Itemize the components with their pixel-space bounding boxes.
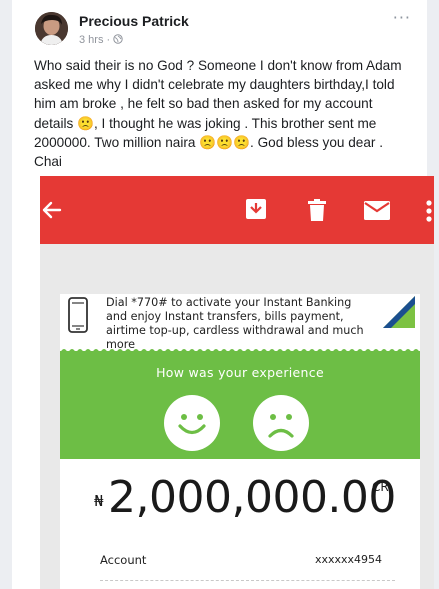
happy-face-icon[interactable] (164, 395, 220, 451)
delete-icon[interactable] (308, 199, 326, 221)
banner-line: and enjoy Instant transfers, bills payme… (106, 310, 344, 323)
post-text-line: asked me why I didn't celebrate my daugh… (34, 77, 395, 93)
post-text-line: him am broke , he felt so bad then asked… (34, 96, 373, 112)
back-arrow-icon[interactable] (40, 200, 62, 220)
post-author-name[interactable]: Precious Patrick (79, 13, 189, 29)
post-options-button[interactable]: ··· (393, 8, 411, 27)
wavy-edge (60, 349, 420, 353)
post-text-line: Who said their is no God ? Someone I don… (34, 58, 402, 73)
post-text-line: details 🙁, I thought he was joking . Thi… (34, 115, 377, 131)
email-toolbar (40, 176, 434, 244)
post-text-line: 2000000. Two million naira 🙁🙁🙁. God bles… (34, 134, 384, 150)
banner-text: Dial *770# to activate your Instant Bank… (106, 296, 376, 352)
mobile-phone-icon (68, 297, 88, 333)
archive-icon[interactable] (245, 198, 267, 220)
transaction-alert-email: Dial *770# to activate your Instant Bank… (60, 294, 420, 589)
currency-symbol: ₦ (94, 492, 104, 510)
credit-indicator: CR (372, 480, 389, 494)
account-number: xxxxxx4954 (315, 553, 383, 566)
account-label: Account (100, 553, 147, 567)
amount-value: 2,000,000.00 (108, 472, 396, 523)
avatar-photo (35, 12, 68, 45)
happy-face-glyph (178, 414, 206, 435)
survey-title: How was your experience (156, 365, 324, 380)
attached-screenshot[interactable]: Dial *770# to activate your Instant Bank… (40, 176, 434, 589)
divider (100, 580, 395, 581)
mail-icon[interactable] (364, 201, 390, 220)
more-vert-icon[interactable] (426, 200, 432, 222)
bank-logo-icon (383, 296, 415, 328)
instant-banking-banner: Dial *770# to activate your Instant Bank… (60, 294, 420, 351)
post-timestamp[interactable]: 3 hrs (79, 34, 103, 46)
sad-face-icon[interactable] (253, 395, 309, 451)
sad-face-glyph (268, 414, 294, 438)
avatar[interactable] (35, 12, 68, 45)
public-globe-icon (113, 34, 123, 44)
experience-survey: How was your experience (60, 349, 420, 459)
meta-separator: · (106, 34, 111, 46)
post-text: Who said their is no God ? Someone I don… (34, 56, 409, 171)
banner-line: Dial *770# to activate your Instant Bank… (106, 296, 352, 309)
post-text-line: Chai (34, 154, 62, 170)
post-meta: 3 hrs · (79, 34, 123, 46)
facebook-post-card: Precious Patrick 3 hrs · ··· Who said th… (12, 0, 434, 589)
